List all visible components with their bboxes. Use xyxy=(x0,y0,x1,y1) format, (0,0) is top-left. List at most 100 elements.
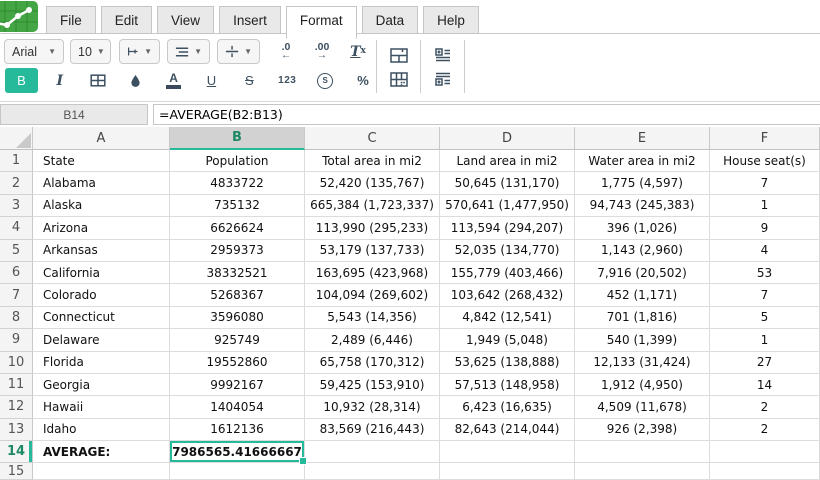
cell-C15[interactable] xyxy=(305,463,440,480)
cell-B4[interactable]: 6626624 xyxy=(170,217,305,239)
cell-F5[interactable]: 4 xyxy=(710,240,820,262)
cell-F9[interactable]: 1 xyxy=(710,329,820,351)
clear-formatting-button[interactable]: Tx xyxy=(345,40,371,64)
row-header-5[interactable]: 5 xyxy=(0,240,33,262)
menu-tab-data[interactable]: Data xyxy=(362,6,419,34)
cell-B11[interactable]: 9992167 xyxy=(170,374,305,396)
cell-A14[interactable]: AVERAGE: xyxy=(33,441,170,463)
cell-F2[interactable]: 7 xyxy=(710,172,820,194)
cell-A13[interactable]: Idaho xyxy=(33,419,170,441)
cell-E12[interactable]: 4,509 (11,678) xyxy=(575,396,710,418)
cell-A12[interactable]: Hawaii xyxy=(33,396,170,418)
row-header-6[interactable]: 6 xyxy=(0,262,33,284)
column-header-b[interactable]: B xyxy=(170,127,305,150)
cell-D13[interactable]: 82,643 (214,044) xyxy=(440,419,575,441)
cell-F7[interactable]: 7 xyxy=(710,284,820,306)
borders-button[interactable] xyxy=(85,69,111,93)
cell-C10[interactable]: 65,758 (170,312) xyxy=(305,352,440,374)
cell-D10[interactable]: 53,625 (138,888) xyxy=(440,352,575,374)
cell-E10[interactable]: 12,133 (31,424) xyxy=(575,352,710,374)
cell-A3[interactable]: Alaska xyxy=(33,195,170,217)
cell-E11[interactable]: 1,912 (4,950) xyxy=(575,374,710,396)
cell-E8[interactable]: 701 (1,816) xyxy=(575,307,710,329)
column-header-c[interactable]: C xyxy=(305,127,440,150)
font-size-dropdown[interactable]: 10 ▼ xyxy=(70,39,111,64)
currency-format-button[interactable]: S xyxy=(312,69,338,93)
cell-B8[interactable]: 3596080 xyxy=(170,307,305,329)
cell-E2[interactable]: 1,775 (4,597) xyxy=(575,172,710,194)
vertical-align-dropdown[interactable]: ▼ xyxy=(217,39,260,64)
cell-E13[interactable]: 926 (2,398) xyxy=(575,419,710,441)
cell-B9[interactable]: 925749 xyxy=(170,329,305,351)
cell-E9[interactable]: 540 (1,399) xyxy=(575,329,710,351)
cell-C5[interactable]: 53,179 (137,733) xyxy=(305,240,440,262)
row-header-11[interactable]: 11 xyxy=(0,374,33,396)
cell-F4[interactable]: 9 xyxy=(710,217,820,239)
cell-B6[interactable]: 38332521 xyxy=(170,262,305,284)
menu-tab-help[interactable]: Help xyxy=(423,6,479,34)
cell-F1[interactable]: House seat(s) xyxy=(710,150,820,172)
cell-A15[interactable] xyxy=(33,463,170,480)
cell-F11[interactable]: 14 xyxy=(710,374,820,396)
column-header-d[interactable]: D xyxy=(440,127,575,150)
fill-color-button[interactable] xyxy=(123,69,149,93)
percent-format-button[interactable]: % xyxy=(350,69,376,93)
cell-C2[interactable]: 52,420 (135,767) xyxy=(305,172,440,194)
cell-C13[interactable]: 83,569 (216,443) xyxy=(305,419,440,441)
horizontal-align-dropdown[interactable]: ▼ xyxy=(167,39,210,64)
cell-B15[interactable] xyxy=(170,463,305,480)
cell-A11[interactable]: Georgia xyxy=(33,374,170,396)
cell-F6[interactable]: 53 xyxy=(710,262,820,284)
cell-C9[interactable]: 2,489 (6,446) xyxy=(305,329,440,351)
cell-D15[interactable] xyxy=(440,463,575,480)
cell-E14[interactable] xyxy=(575,441,710,463)
menu-tab-format[interactable]: Format xyxy=(286,6,357,39)
menu-tab-file[interactable]: File xyxy=(46,6,96,34)
cell-B3[interactable]: 735132 xyxy=(170,195,305,217)
table-grid-button[interactable] xyxy=(386,67,412,91)
cell-D11[interactable]: 57,513 (148,958) xyxy=(440,374,575,396)
cell-D12[interactable]: 6,423 (16,635) xyxy=(440,396,575,418)
cell-E15[interactable] xyxy=(575,463,710,480)
insert-row-below-button[interactable] xyxy=(430,67,456,91)
cell-F15[interactable] xyxy=(710,463,820,480)
cell-D7[interactable]: 103,642 (268,432) xyxy=(440,284,575,306)
cell-E6[interactable]: 7,916 (20,502) xyxy=(575,262,710,284)
cell-B1[interactable]: Population xyxy=(170,150,305,172)
cell-E7[interactable]: 452 (1,171) xyxy=(575,284,710,306)
formula-input[interactable]: =AVERAGE(B2:B13) xyxy=(153,104,820,125)
cell-E4[interactable]: 396 (1,026) xyxy=(575,217,710,239)
cell-D1[interactable]: Land area in mi2 xyxy=(440,150,575,172)
cell-D2[interactable]: 50,645 (131,170) xyxy=(440,172,575,194)
cell-C14[interactable] xyxy=(305,441,440,463)
cell-F13[interactable]: 2 xyxy=(710,419,820,441)
cell-A9[interactable]: Delaware xyxy=(33,329,170,351)
strikethrough-button[interactable]: S xyxy=(236,69,262,93)
cell-D8[interactable]: 4,842 (12,541) xyxy=(440,307,575,329)
cell-E1[interactable]: Water area in mi2 xyxy=(575,150,710,172)
cell-C4[interactable]: 113,990 (295,233) xyxy=(305,217,440,239)
row-header-8[interactable]: 8 xyxy=(0,307,33,329)
font-family-dropdown[interactable]: Arial ▼ xyxy=(4,39,64,64)
column-header-a[interactable]: A xyxy=(33,127,170,150)
cell-F14[interactable] xyxy=(710,441,820,463)
row-header-2[interactable]: 2 xyxy=(0,172,33,194)
cell-D6[interactable]: 155,779 (403,466) xyxy=(440,262,575,284)
cell-B14[interactable]: 7986565.41666667 xyxy=(170,441,305,463)
cell-C12[interactable]: 10,932 (28,314) xyxy=(305,396,440,418)
cell-C3[interactable]: 665,384 (1,723,337) xyxy=(305,195,440,217)
row-header-1[interactable]: 1 xyxy=(0,150,33,172)
cell-A2[interactable]: Alabama xyxy=(33,172,170,194)
column-header-e[interactable]: E xyxy=(575,127,710,150)
cell-D14[interactable] xyxy=(440,441,575,463)
row-header-4[interactable]: 4 xyxy=(0,217,33,239)
number-format-button[interactable]: 123 xyxy=(274,69,300,93)
row-header-14[interactable]: 14 xyxy=(0,441,33,463)
cell-D9[interactable]: 1,949 (5,048) xyxy=(440,329,575,351)
cell-A6[interactable]: California xyxy=(33,262,170,284)
cell-C1[interactable]: Total area in mi2 xyxy=(305,150,440,172)
cell-E3[interactable]: 94,743 (245,383) xyxy=(575,195,710,217)
cell-E5[interactable]: 1,143 (2,960) xyxy=(575,240,710,262)
row-header-3[interactable]: 3 xyxy=(0,195,33,217)
row-header-7[interactable]: 7 xyxy=(0,284,33,306)
